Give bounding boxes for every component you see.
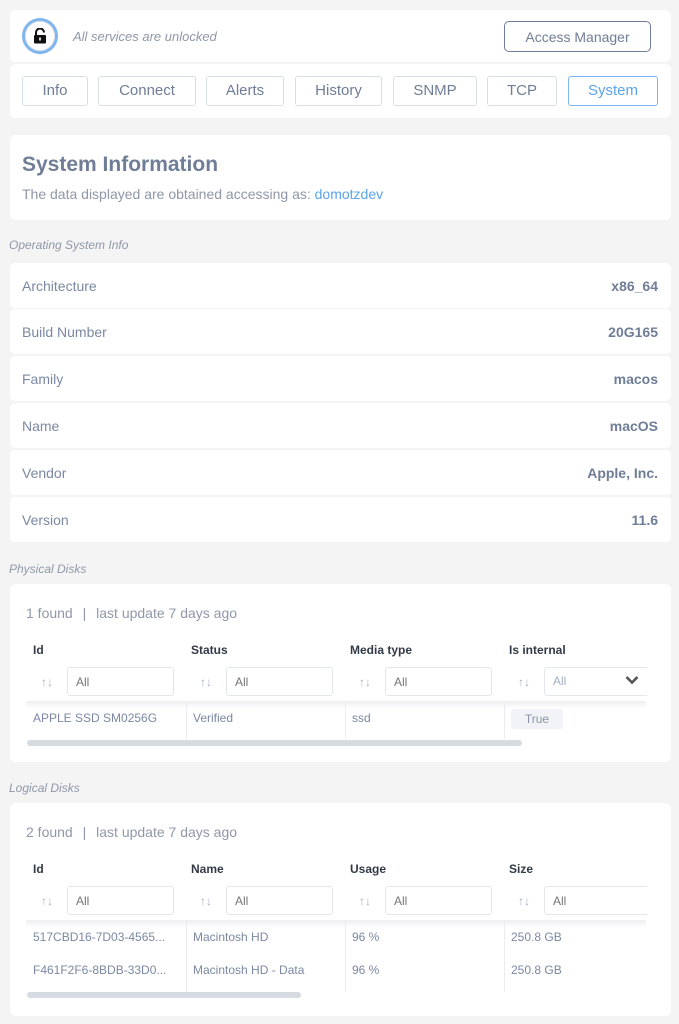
section-label-logical-disks: Logical Disks: [9, 781, 80, 795]
lock-status-button[interactable]: [22, 18, 58, 54]
separator: |: [82, 824, 87, 840]
filter-input-size[interactable]: [544, 886, 647, 915]
column-header-name[interactable]: Name: [191, 862, 224, 876]
filter-input-id[interactable]: [67, 667, 174, 696]
column-header-is-internal[interactable]: Is internal: [509, 643, 566, 657]
sort-icon[interactable]: ↑↓: [41, 675, 53, 689]
physical-disks-summary: 1 found | last update 7 days ago: [26, 605, 237, 621]
os-info-key: Build Number: [22, 324, 107, 340]
logical-disks-summary: 2 found | last update 7 days ago: [26, 824, 237, 840]
column-divider: [345, 701, 346, 739]
column-header-size[interactable]: Size: [509, 862, 533, 876]
header-shadow: [26, 920, 646, 928]
tab-system[interactable]: System: [568, 76, 658, 106]
access-manager-button[interactable]: Access Manager: [504, 21, 651, 52]
os-info-key: Vendor: [22, 465, 67, 481]
cell-id: APPLE SSD SM0256G: [33, 711, 158, 725]
sort-icon[interactable]: ↑↓: [518, 894, 530, 908]
access-user-prefix: The data displayed are obtained accessin…: [22, 186, 315, 202]
horizontal-scrollbar[interactable]: [27, 740, 522, 746]
os-info-value: 20G165: [608, 324, 658, 340]
column-divider: [345, 920, 346, 992]
tab-bar: Info Connect Alerts History SNMP TCP Sys…: [10, 64, 671, 118]
tab-connect[interactable]: Connect: [98, 76, 196, 106]
access-user-info: The data displayed are obtained accessin…: [22, 186, 383, 202]
column-header-id[interactable]: Id: [33, 643, 44, 657]
services-lock-bar: All services are unlocked Access Manager: [10, 10, 671, 62]
column-divider: [504, 701, 505, 739]
tab-snmp[interactable]: SNMP: [393, 76, 477, 106]
last-update: last update 7 days ago: [96, 824, 238, 840]
cell-media-type: ssd: [352, 711, 371, 725]
os-info-key: Name: [22, 418, 60, 434]
os-info-value: 11.6: [631, 512, 658, 528]
unlocked-padlock-icon: [34, 28, 46, 44]
page-title: System Information: [22, 153, 219, 176]
os-info-value: Apple, Inc.: [587, 465, 658, 481]
filter-input-usage[interactable]: [385, 886, 492, 915]
tab-info[interactable]: Info: [22, 76, 88, 106]
access-user-link[interactable]: domotzdev: [315, 186, 383, 202]
filter-input-name[interactable]: [226, 886, 333, 915]
column-header-usage[interactable]: Usage: [350, 862, 386, 876]
sort-icon[interactable]: ↑↓: [359, 894, 371, 908]
column-header-id[interactable]: Id: [33, 862, 44, 876]
os-info-key: Version: [22, 512, 69, 528]
os-info-row: Build Number 20G165: [10, 309, 671, 354]
cell-usage: 96 %: [352, 963, 380, 977]
found-count: 2 found: [26, 824, 73, 840]
os-info-row: Name macOS: [10, 403, 671, 448]
logical-disks-table: 2 found | last update 7 days ago Id Name…: [10, 803, 671, 1016]
lock-status-text: All services are unlocked: [73, 29, 217, 44]
cell-name: Macintosh HD: [193, 930, 269, 944]
cell-size: 250.8 GB: [511, 963, 562, 977]
is-internal-badge: True: [511, 709, 563, 729]
section-label-physical-disks: Physical Disks: [9, 562, 87, 576]
os-info-value: macos: [613, 371, 658, 387]
os-info-row: Version 11.6: [10, 497, 671, 542]
column-divider: [186, 920, 187, 992]
column-header-status[interactable]: Status: [191, 643, 228, 657]
column-header-media-type[interactable]: Media type: [350, 643, 412, 657]
found-count: 1 found: [26, 605, 73, 621]
tab-tcp[interactable]: TCP: [487, 76, 557, 106]
os-info-row: Vendor Apple, Inc.: [10, 450, 671, 495]
sort-icon[interactable]: ↑↓: [200, 675, 212, 689]
sort-icon[interactable]: ↑↓: [359, 675, 371, 689]
cell-name: Macintosh HD - Data: [193, 963, 305, 977]
physical-disks-table: 1 found | last update 7 days ago Id Stat…: [10, 584, 671, 762]
os-info-value: macOS: [609, 418, 658, 434]
system-information-panel: System Information The data displayed ar…: [10, 135, 671, 220]
last-update: last update 7 days ago: [96, 605, 238, 621]
sort-icon[interactable]: ↑↓: [200, 894, 212, 908]
filter-select-is-internal[interactable]: All: [544, 667, 647, 696]
select-value: All: [553, 674, 567, 688]
cell-id: F461F2F6-8BDB-33D0...: [33, 963, 167, 977]
os-info-key: Architecture: [22, 278, 97, 294]
tab-history[interactable]: History: [295, 76, 382, 106]
column-divider: [504, 920, 505, 992]
separator: |: [82, 605, 87, 621]
os-info-value: x86_64: [611, 278, 658, 294]
filter-input-status[interactable]: [226, 667, 333, 696]
cell-size: 250.8 GB: [511, 930, 562, 944]
sort-icon[interactable]: ↑↓: [518, 675, 530, 689]
header-shadow: [26, 701, 646, 709]
cell-status: Verified: [193, 711, 234, 725]
os-info-row: Architecture x86_64: [10, 263, 671, 308]
sort-icon[interactable]: ↑↓: [41, 894, 53, 908]
cell-id: 517CBD16-7D03-4565...: [33, 930, 166, 944]
os-info-key: Family: [22, 371, 64, 387]
filter-input-id[interactable]: [67, 886, 174, 915]
tab-alerts[interactable]: Alerts: [206, 76, 284, 106]
chevron-down-icon: [625, 676, 639, 685]
horizontal-scrollbar[interactable]: [27, 992, 301, 998]
column-divider: [186, 701, 187, 739]
section-label-os-info: Operating System Info: [9, 238, 129, 252]
filter-input-media-type[interactable]: [385, 667, 492, 696]
cell-usage: 96 %: [352, 930, 380, 944]
os-info-row: Family macos: [10, 356, 671, 401]
